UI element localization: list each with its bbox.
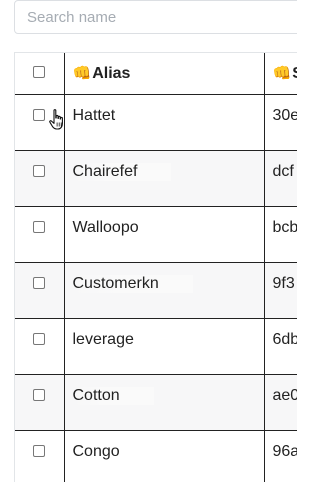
row-select-cell <box>15 262 64 319</box>
row-select-cell <box>15 150 64 207</box>
row-checkbox[interactable] <box>33 221 46 233</box>
table-row[interactable]: Chairefef dcf <box>15 150 297 207</box>
row-checkbox[interactable] <box>33 277 46 289</box>
search-input[interactable] <box>15 1 297 33</box>
row-checkbox[interactable] <box>33 165 46 177</box>
third-cell: ae0 <box>263 374 297 431</box>
column-header-label: S <box>292 65 297 82</box>
third-cell: 30e <box>263 94 297 151</box>
table-row[interactable]: Walloopo bcb <box>15 206 297 263</box>
alias-cell: Congo <box>63 430 264 482</box>
row-checkbox[interactable] <box>33 333 46 345</box>
alias-text: Customerkn <box>72 275 193 293</box>
column-header-label: Alias <box>92 65 131 82</box>
table-row[interactable]: Cotton ae0 <box>15 374 297 431</box>
page: 👊Alias 👊S Hattet 30e Chairefef dcf <box>0 0 297 482</box>
data-table-container: 👊Alias 👊S Hattet 30e Chairefef dcf <box>14 52 297 482</box>
table-row[interactable]: Customerkn 9f3 <box>15 262 297 319</box>
row-select-cell <box>15 374 64 431</box>
third-cell: 9f3 <box>263 262 297 319</box>
row-checkbox[interactable] <box>33 389 46 401</box>
alias-text: Chairefef <box>72 163 172 181</box>
table-row[interactable]: leverage 6db <box>15 318 297 375</box>
column-header-alias[interactable]: 👊Alias <box>63 52 264 95</box>
third-cell: bcb <box>263 206 297 263</box>
fist-icon: 👊 <box>72 65 92 82</box>
alias-cell: leverage <box>63 318 264 375</box>
table-row[interactable]: Hattet 30e <box>15 94 297 151</box>
fist-icon: 👊 <box>272 65 292 82</box>
data-table: 👊Alias 👊S Hattet 30e Chairefef dcf <box>15 52 297 482</box>
row-checkbox[interactable] <box>33 109 46 121</box>
alias-cell: Walloopo <box>63 206 264 263</box>
table-header-row: 👊Alias 👊S <box>15 52 297 95</box>
alias-cell: Hattet <box>63 94 264 151</box>
third-cell: 96a <box>263 430 297 482</box>
row-select-cell <box>15 430 64 482</box>
row-select-cell <box>15 206 64 263</box>
select-all-checkbox[interactable] <box>33 65 46 78</box>
alias-cell: Cotton <box>63 374 264 431</box>
alias-cell: Chairefef <box>63 150 264 207</box>
third-cell: 6db <box>263 318 297 375</box>
table-row[interactable]: Congo 96a <box>15 430 297 482</box>
third-cell: dcf <box>263 150 297 207</box>
select-all-cell <box>15 52 64 95</box>
alias-text: Cotton <box>72 387 154 405</box>
alias-cell: Customerkn <box>63 262 264 319</box>
row-select-cell <box>15 94 64 151</box>
row-select-cell <box>15 318 64 375</box>
row-checkbox[interactable] <box>33 445 46 457</box>
search-box[interactable] <box>14 0 297 34</box>
column-header-third[interactable]: 👊S <box>263 52 297 95</box>
